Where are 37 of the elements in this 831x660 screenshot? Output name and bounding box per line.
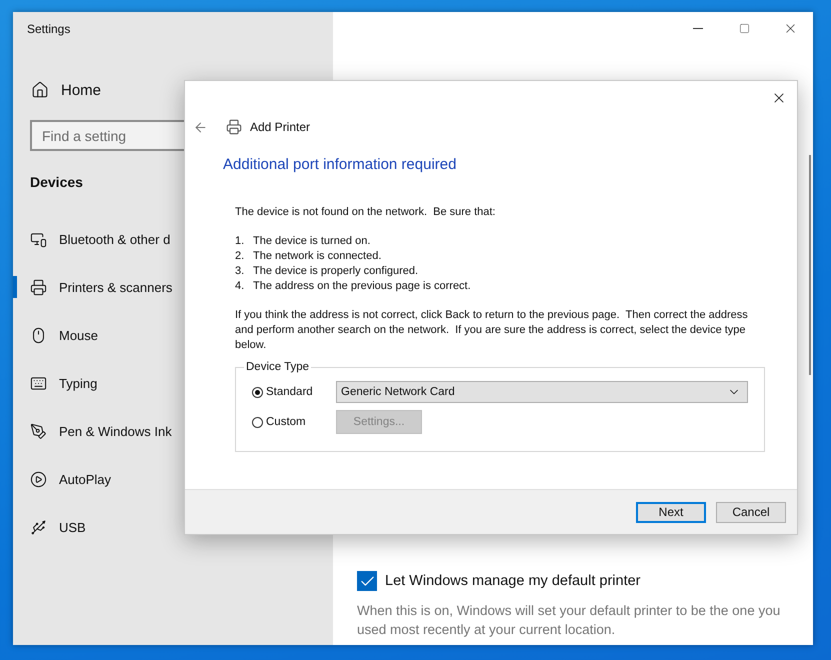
step-number: 1.	[235, 234, 246, 249]
selection-bar	[13, 276, 17, 298]
dialog-title: Add Printer	[250, 120, 310, 134]
radio-option[interactable]: Standard	[252, 386, 336, 398]
maximize-icon	[738, 22, 750, 34]
default-printer-checkbox[interactable]: Let Windows manage my default printer	[357, 571, 813, 591]
step-text: The network is connected.	[253, 249, 382, 264]
dialog-heading: Additional port information required	[223, 156, 458, 173]
play-icon	[30, 470, 47, 488]
radio-option[interactable]: Custom	[252, 416, 336, 428]
dialog-button[interactable]: Next	[636, 502, 706, 522]
printer-icon	[226, 119, 242, 135]
step-number: 3.	[235, 264, 246, 279]
step-text: The device is turned on.	[253, 234, 370, 249]
sidebar-item[interactable]: AutoPlay	[13, 455, 333, 503]
device-dropdown[interactable]: Generic Network Card	[336, 381, 748, 403]
mouse-icon	[30, 326, 47, 344]
section-heading: Devices	[30, 174, 84, 190]
note-text: If you think the address is not correct, click Back to return to the previous page. Then correct the address and perform another search on the network. If you are sure the address is correct, select the device type below.	[235, 308, 749, 353]
dialog-button[interactable]: Cancel	[716, 502, 786, 522]
description-text: When this is on, Windows will set your default printer to be the one you used most recently at your current location.	[357, 602, 782, 639]
home-icon	[31, 81, 49, 99]
search-field[interactable]: Find a setting	[30, 120, 184, 151]
window-title: Settings	[27, 22, 72, 38]
sidebar-item[interactable]: USB	[13, 503, 333, 551]
usb-icon	[30, 518, 47, 536]
group-legend: Device Type	[244, 361, 312, 373]
home-link[interactable]: Home	[31, 78, 333, 102]
step-number: 2.	[235, 249, 246, 264]
intro-text: The device is not found on the network. Be sure that:	[235, 205, 496, 220]
pen-icon	[30, 422, 47, 440]
devices-icon	[30, 230, 47, 248]
back-button[interactable]	[193, 120, 208, 134]
keyboard-icon	[30, 374, 47, 392]
printer-icon	[30, 278, 47, 296]
step-number: 4.	[235, 279, 246, 294]
scrollbar[interactable]	[809, 155, 811, 375]
